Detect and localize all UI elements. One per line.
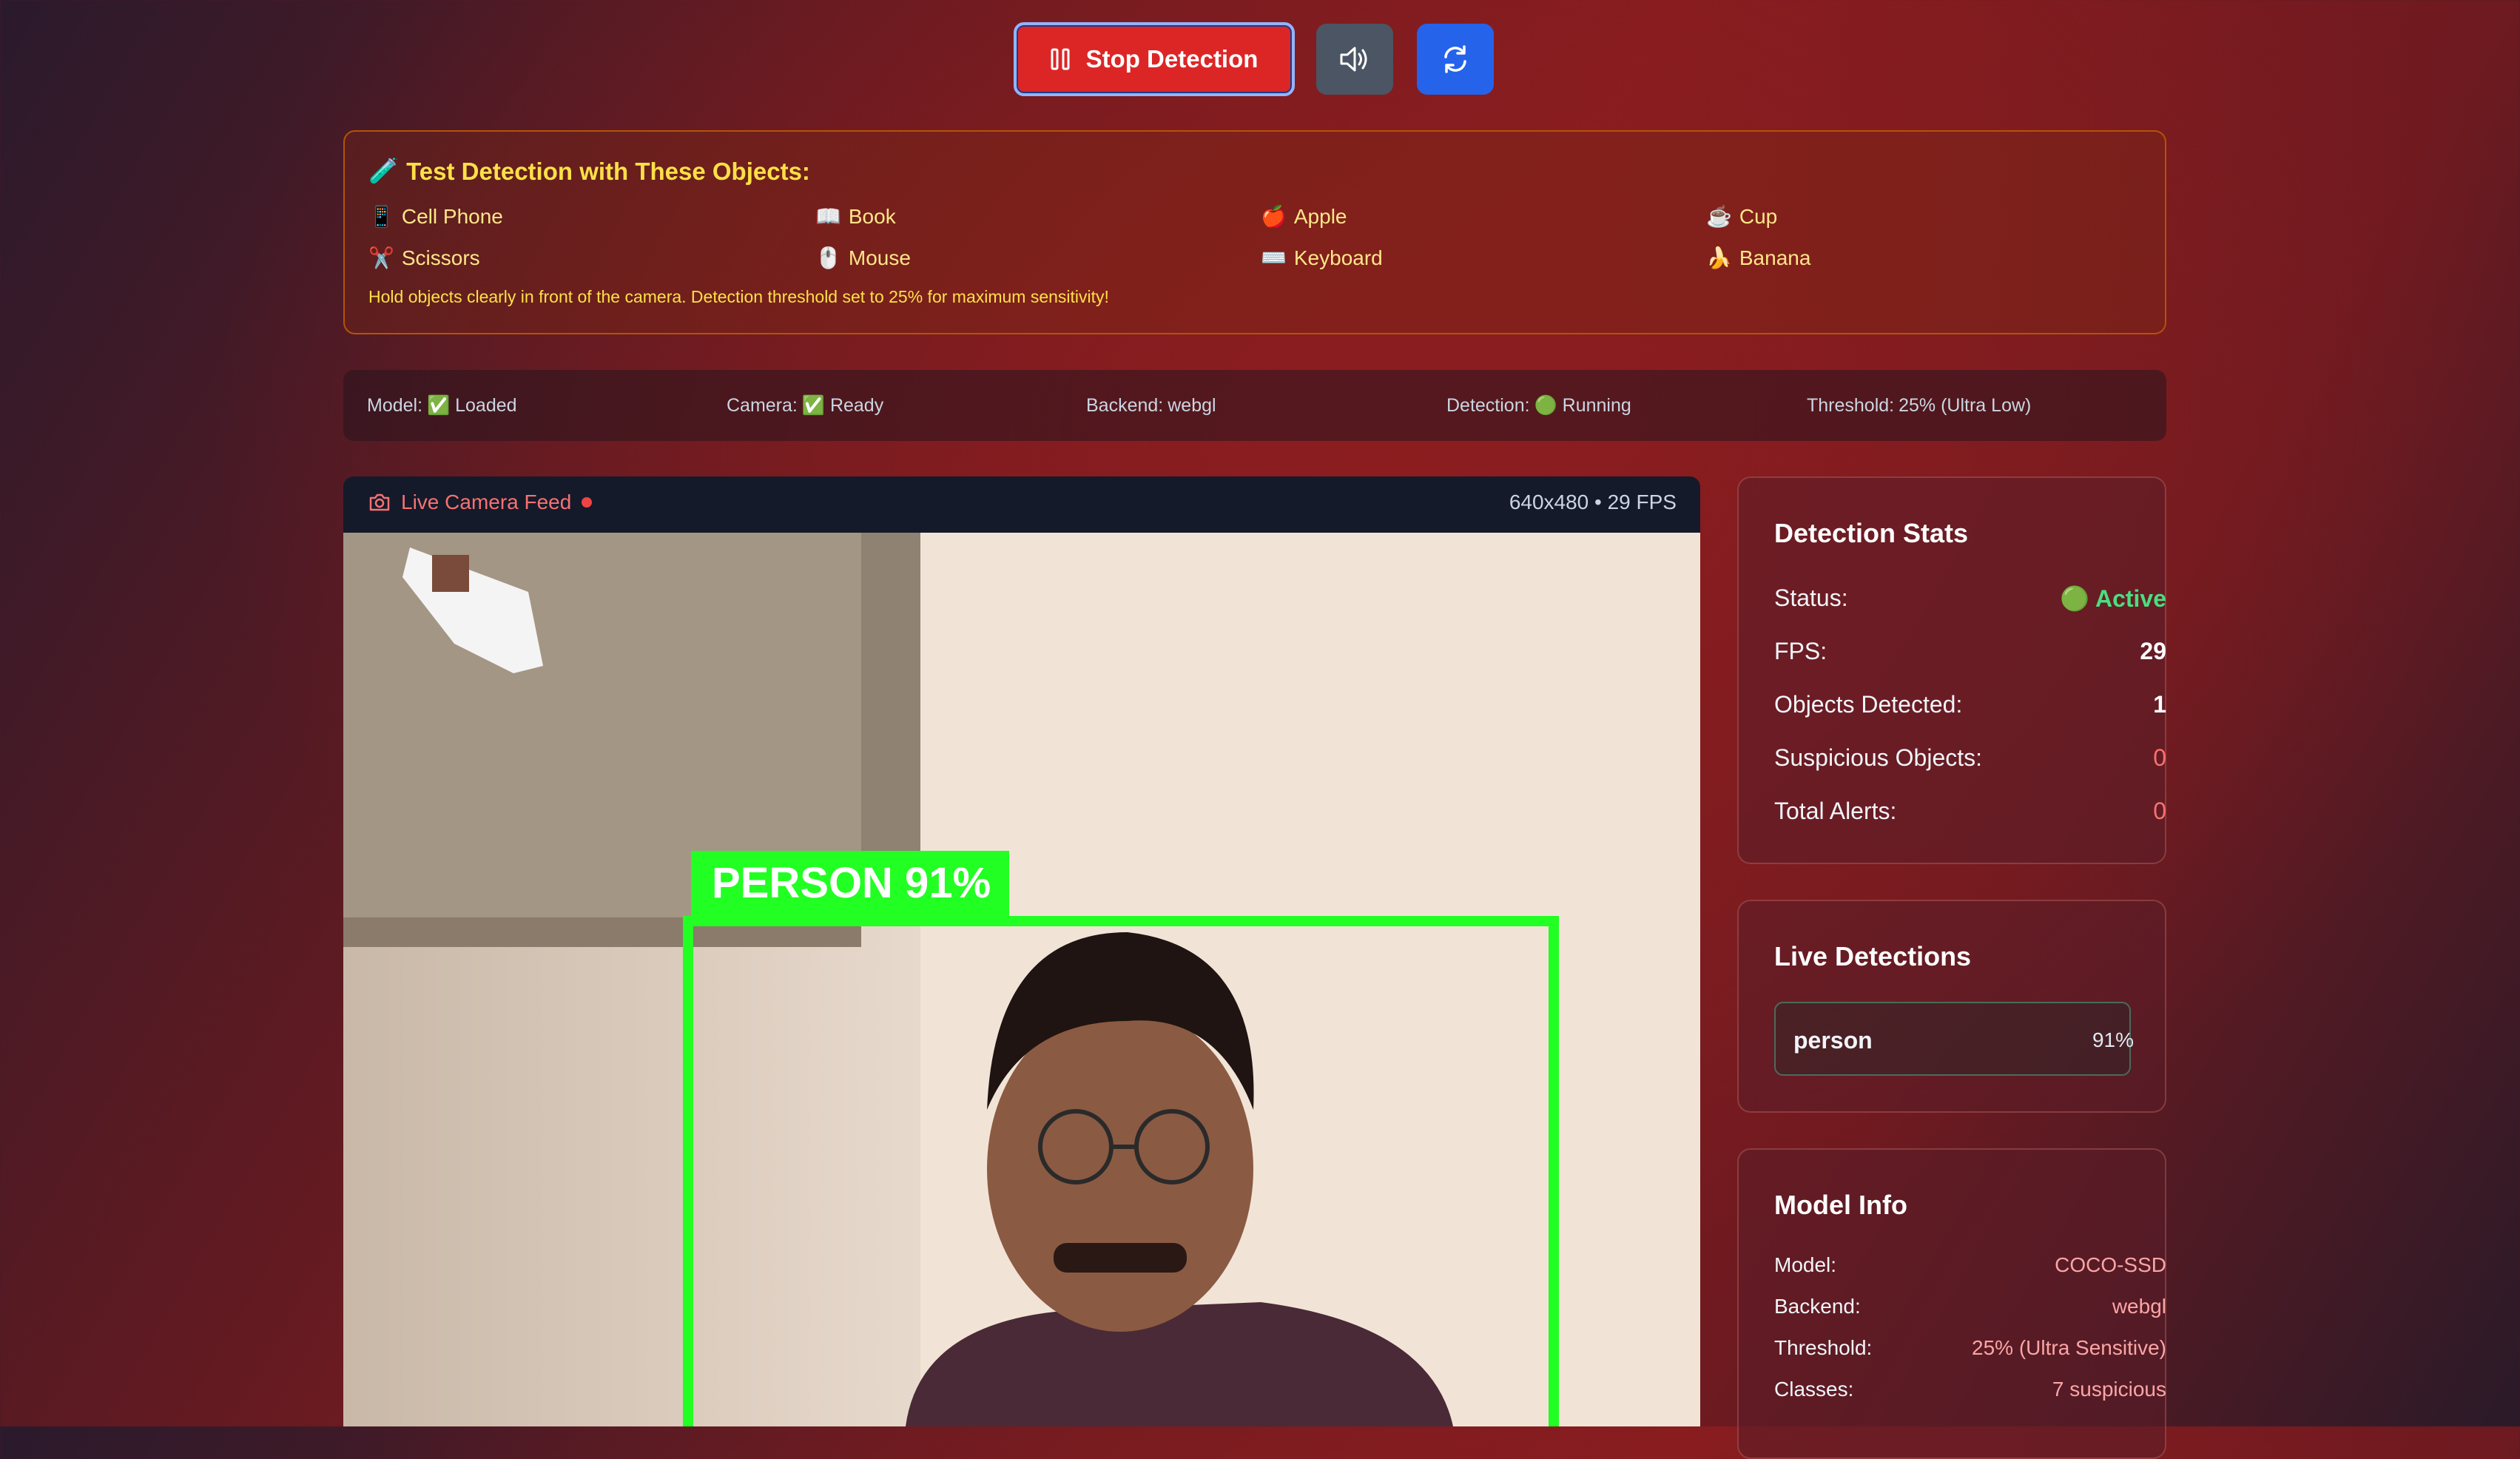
stop-detection-label: Stop Detection xyxy=(1085,45,1259,73)
detection-stats-title: Detection Stats xyxy=(1774,518,1969,548)
total-alerts-value: 0 xyxy=(2153,798,2166,824)
mi-backend-label: Backend: xyxy=(1774,1295,1861,1318)
scissors-icon: ✂️ xyxy=(368,246,394,269)
test-object-label: Book xyxy=(848,204,896,228)
backend-status-label: Backend: xyxy=(1086,395,1164,416)
test-object-label: Cup xyxy=(1739,204,1778,228)
video-title-text: Live Camera Feed xyxy=(401,491,572,513)
test-object-label: Banana xyxy=(1739,246,1811,269)
total-alerts-label: Total Alerts: xyxy=(1774,798,1897,824)
test-panel-title: 🧪 Test Detection with These Objects: xyxy=(368,157,810,186)
test-object: 📱 Cell Phone xyxy=(368,204,503,229)
suspicious-objects-value: 0 xyxy=(2153,744,2166,771)
detection-confidence: 91% xyxy=(2092,1028,2134,1051)
backend-status: Backend: webgl xyxy=(1086,395,1216,417)
video-title: Live Camera Feed xyxy=(368,491,593,514)
backend-status-value: webgl xyxy=(1168,395,1216,416)
test-object: 📖 Book xyxy=(815,204,896,229)
camera-status-label: Camera: xyxy=(727,395,798,416)
detection-hint: Hold objects clearly in front of the cam… xyxy=(368,287,1109,306)
live-detections-title: Live Detections xyxy=(1774,941,1972,971)
detection-status-value: 🟢 Running xyxy=(1534,395,1631,416)
video-resolution-fps: 640x480 • 29 FPS xyxy=(1509,491,1677,513)
test-object: ☕ Cup xyxy=(1706,204,1777,229)
test-object: 🖱️ Mouse xyxy=(815,246,911,270)
threshold-status-label: Threshold: xyxy=(1807,395,1895,416)
speaker-icon xyxy=(1340,47,1367,72)
test-object-label: Apple xyxy=(1293,204,1347,228)
model-status-label: Model: xyxy=(367,395,423,416)
pause-icon xyxy=(1051,48,1070,70)
objects-detected-label: Objects Detected: xyxy=(1774,691,1963,718)
cell-phone-icon: 📱 xyxy=(368,205,394,228)
model-status: Model: ✅ Loaded xyxy=(367,395,517,417)
stop-detection-button[interactable]: Stop Detection xyxy=(1014,22,1295,96)
test-tube-icon: 🧪 xyxy=(368,157,400,184)
mi-model-label: Model: xyxy=(1774,1253,1837,1276)
threshold-status-value: 25% (Ultra Low) xyxy=(1899,395,2032,416)
banana-icon: 🍌 xyxy=(1706,246,1732,269)
detection-status-label: Detection: xyxy=(1446,395,1530,416)
detection-name: person xyxy=(1793,1027,1873,1054)
apple-icon: 🍎 xyxy=(1261,205,1287,228)
mi-classes-value: 7 suspicious xyxy=(2052,1378,2166,1401)
fps-label: FPS: xyxy=(1774,638,1827,664)
suspicious-objects-label: Suspicious Objects: xyxy=(1774,744,1983,771)
mi-classes-label: Classes: xyxy=(1774,1378,1854,1401)
detection-status: Detection: 🟢 Running xyxy=(1446,395,1631,417)
objects-detected-value: 1 xyxy=(2153,691,2166,718)
mi-threshold-value: 25% (Ultra Sensitive) xyxy=(1972,1336,2166,1359)
status-value: 🟢 Active xyxy=(2060,585,2166,612)
keyboard-icon: ⌨️ xyxy=(1261,246,1287,269)
detection-box-label: PERSON 91% xyxy=(712,859,991,907)
cup-icon: ☕ xyxy=(1706,205,1732,228)
mi-threshold-label: Threshold: xyxy=(1774,1336,1873,1359)
test-object-label: Keyboard xyxy=(1293,246,1383,269)
camera-status-value: ✅ Ready xyxy=(801,395,884,416)
mi-model-value: COCO-SSD xyxy=(2055,1253,2166,1276)
fps-value: 29 xyxy=(2140,638,2166,664)
status-label: Status: xyxy=(1774,584,1848,611)
refresh-icon xyxy=(1444,45,1466,73)
test-object: 🍎 Apple xyxy=(1261,204,1347,229)
camera-status: Camera: ✅ Ready xyxy=(727,395,883,417)
mouse-icon: 🖱️ xyxy=(815,246,841,269)
mi-backend-value: webgl xyxy=(2112,1295,2166,1318)
test-object: ✂️ Scissors xyxy=(368,246,480,270)
refresh-button[interactable] xyxy=(1417,24,1494,95)
camera-frame xyxy=(343,533,1700,1426)
model-status-value: ✅ Loaded xyxy=(427,395,517,416)
recording-dot-icon xyxy=(582,497,593,508)
camera-feed: PERSON 91% xyxy=(343,533,1700,1426)
test-object: ⌨️ Keyboard xyxy=(1261,246,1383,270)
test-panel-title-text: Test Detection with These Objects: xyxy=(406,157,810,185)
test-object-label: Scissors xyxy=(401,246,480,269)
threshold-status: Threshold: 25% (Ultra Low) xyxy=(1807,395,2031,417)
test-object-label: Cell Phone xyxy=(401,204,503,228)
model-info-title: Model Info xyxy=(1774,1190,1907,1220)
sound-toggle-button[interactable] xyxy=(1316,24,1393,95)
test-object: 🍌 Banana xyxy=(1706,246,1810,270)
book-icon: 📖 xyxy=(815,205,841,228)
test-object-label: Mouse xyxy=(848,246,911,269)
camera-icon xyxy=(369,493,390,511)
